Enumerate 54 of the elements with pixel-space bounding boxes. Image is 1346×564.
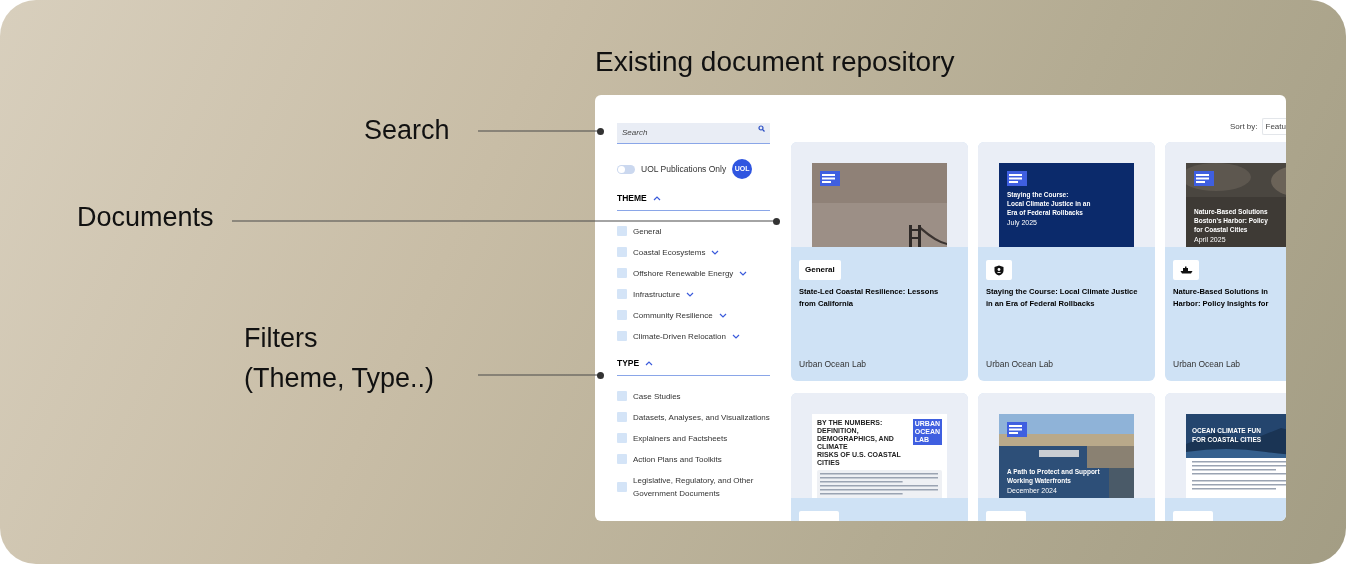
checkbox[interactable] xyxy=(617,454,627,464)
filter-option[interactable]: Datasets, Analyses, and Visualizations xyxy=(633,410,770,424)
toggle-switch[interactable] xyxy=(617,164,635,174)
search-icon[interactable] xyxy=(758,125,765,132)
publisher-text: Urban Ocean Lab xyxy=(1173,358,1242,371)
checkbox[interactable] xyxy=(617,247,627,258)
sort-dropdown[interactable]: Featu xyxy=(1261,118,1286,135)
checkbox[interactable] xyxy=(617,268,627,279)
logo-icon xyxy=(820,171,840,186)
filter-group-header[interactable]: TYPE xyxy=(617,356,770,376)
checkbox[interactable] xyxy=(617,412,627,422)
checkbox[interactable] xyxy=(617,481,627,492)
checkbox[interactable] xyxy=(617,331,627,342)
filter-option[interactable]: General xyxy=(633,224,662,238)
filter-option[interactable]: Infrastructure xyxy=(633,287,681,301)
filter-group-title: TYPE xyxy=(617,356,640,370)
checkbox[interactable] xyxy=(617,289,627,300)
checkbox[interactable] xyxy=(617,310,627,321)
callout-label: Search xyxy=(364,114,450,147)
publisher-text: Urban Ocean Lab xyxy=(986,358,1055,371)
filter-option[interactable]: Climate-Driven Relocation xyxy=(633,329,726,343)
slide-heading: Existing document repository xyxy=(595,45,956,79)
filter-option[interactable]: Explainers and Factsheets xyxy=(633,431,728,445)
filter-option[interactable]: Case Studies xyxy=(633,389,681,403)
chevron-down-icon[interactable] xyxy=(731,333,740,339)
toggle-label: UOL Publications Only xyxy=(641,162,727,176)
logo-icon xyxy=(1194,171,1214,186)
filter-option[interactable]: Offshore Renewable Energy xyxy=(633,266,734,280)
chevron-down-icon[interactable] xyxy=(739,270,748,276)
category-tag: General xyxy=(799,260,841,280)
checkbox[interactable] xyxy=(617,391,627,401)
callout-label: (Theme, Type..) xyxy=(244,362,435,395)
filter-option[interactable]: Action Plans and Toolkits xyxy=(633,452,722,466)
chevron-down-icon[interactable] xyxy=(711,249,720,255)
search-field[interactable]: Search xyxy=(617,122,770,144)
filter-option[interactable]: Legislative, Regulatory, and Other Government Documents xyxy=(633,473,770,500)
checkbox[interactable] xyxy=(617,433,627,443)
callout-label: Filters xyxy=(244,322,319,355)
checkbox[interactable] xyxy=(617,226,627,237)
boat-icon xyxy=(1179,266,1193,274)
chevron-down-icon[interactable] xyxy=(718,312,727,318)
logo-icon xyxy=(1007,171,1027,186)
callout-label: Documents xyxy=(77,201,214,234)
filter-group-header[interactable]: THEME xyxy=(617,192,770,211)
filter-group-title: THEME xyxy=(617,192,647,205)
logo-icon xyxy=(1007,422,1027,437)
filter-option[interactable]: Community Resilience xyxy=(633,308,713,322)
filter-option[interactable]: Coastal Ecosystems xyxy=(633,245,706,259)
chevron-up-icon[interactable] xyxy=(652,195,661,201)
sort-label: Sort by: xyxy=(1229,120,1258,133)
publisher-text: Urban Ocean Lab xyxy=(799,358,868,371)
chevron-up-icon[interactable] xyxy=(645,360,654,366)
chevron-down-icon[interactable] xyxy=(686,291,695,297)
shield-icon xyxy=(994,264,1004,276)
